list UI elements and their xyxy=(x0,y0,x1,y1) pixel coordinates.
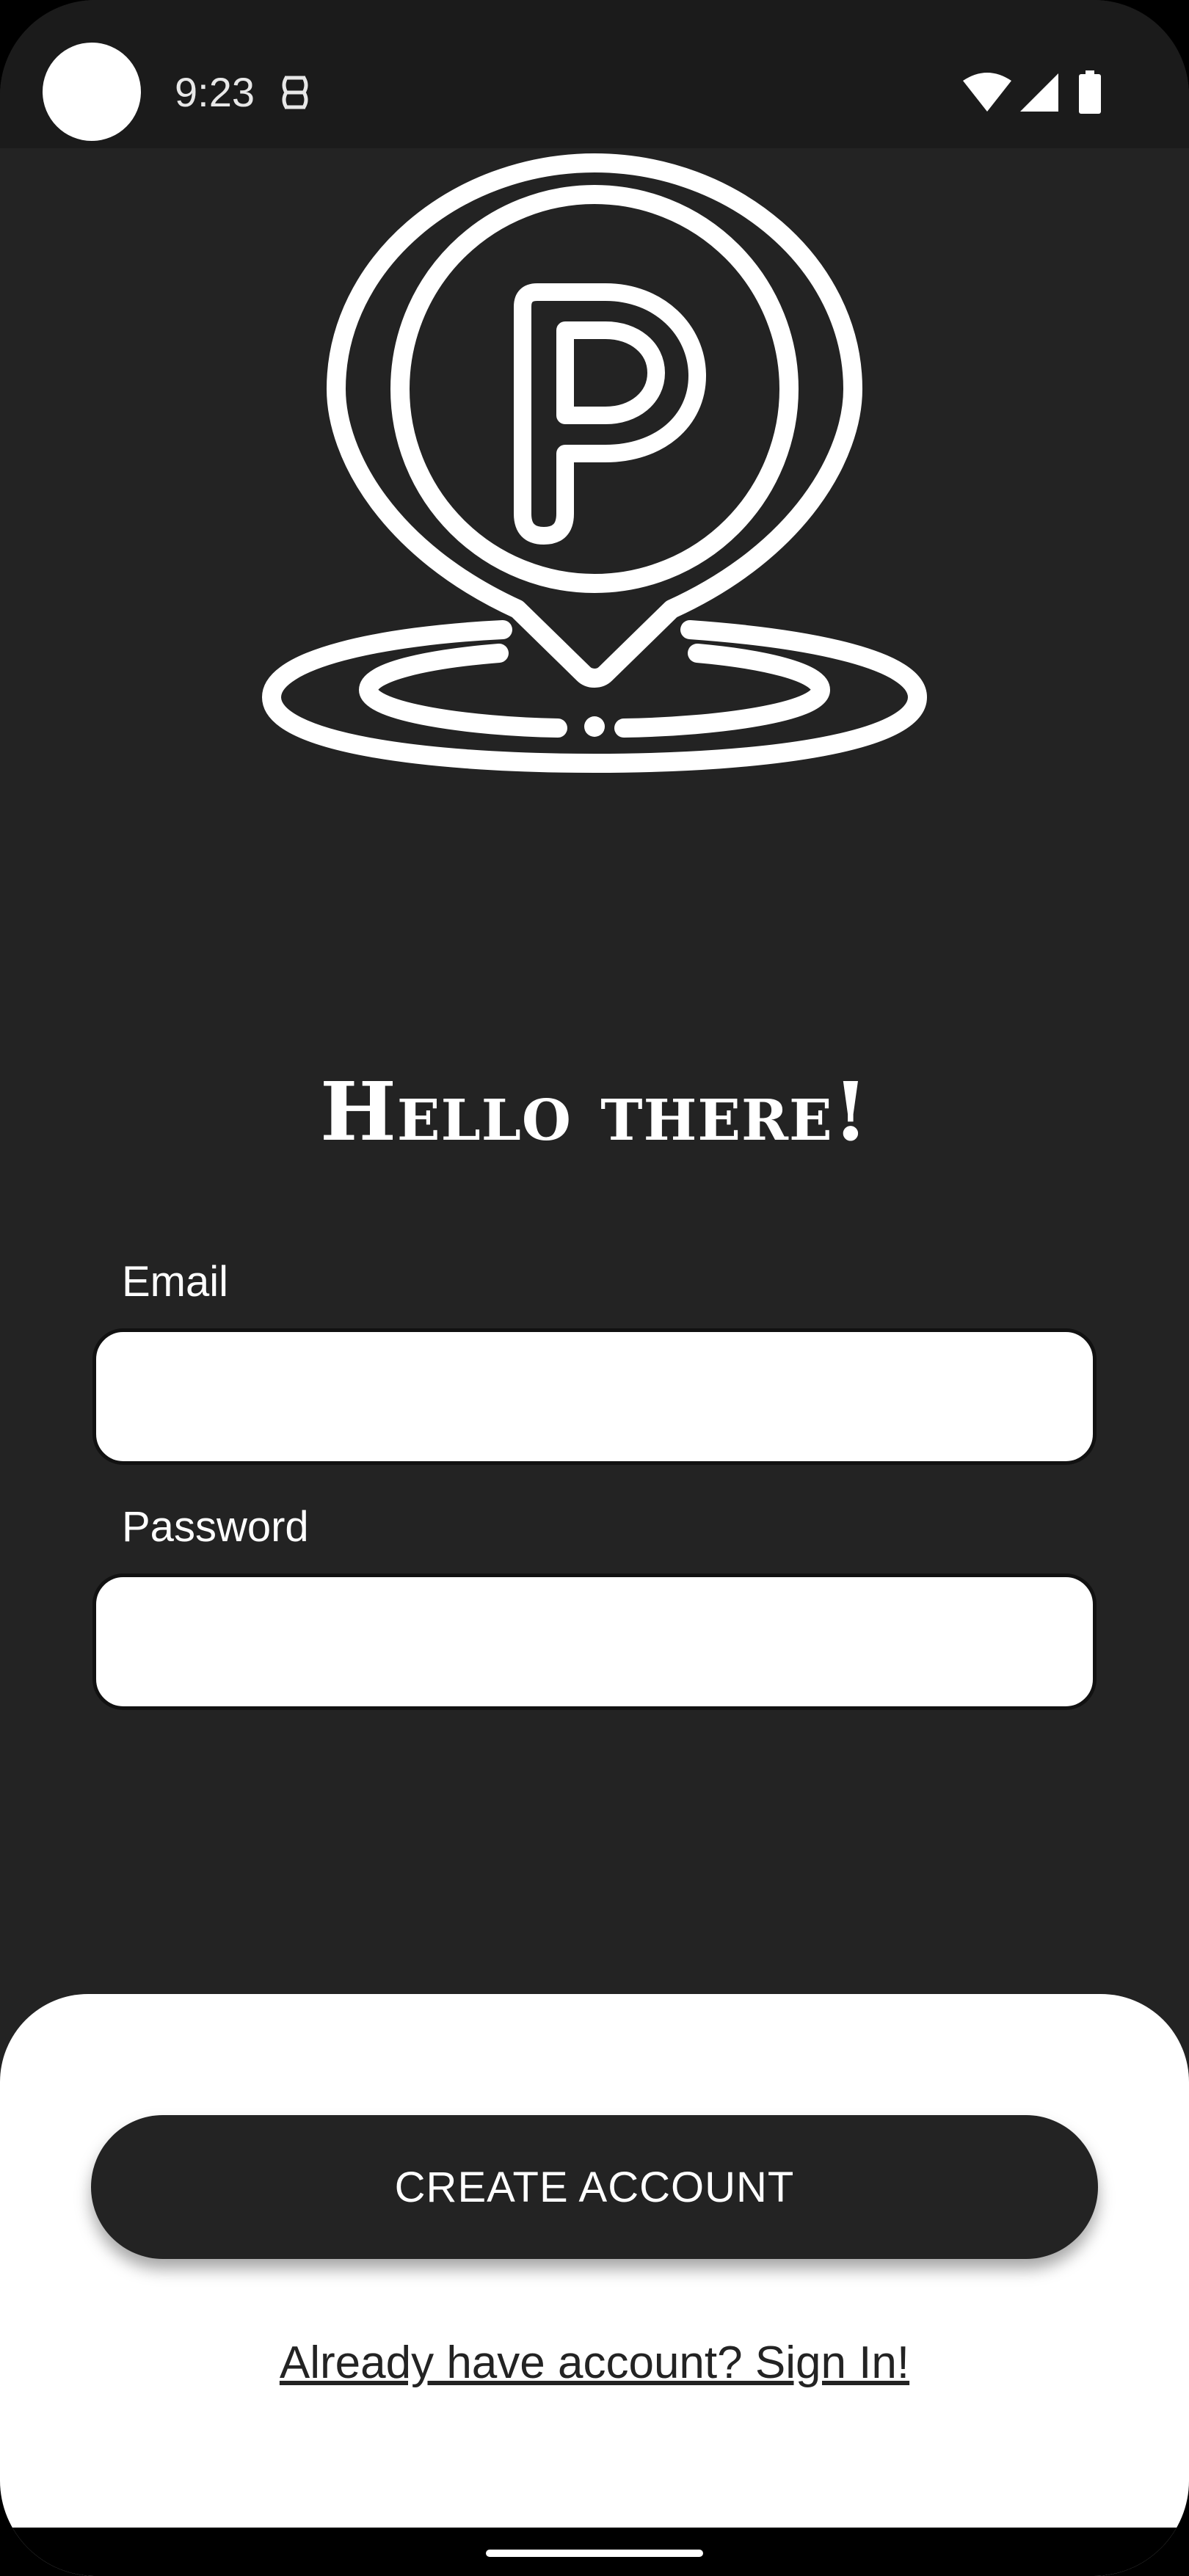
parking-location-pin-icon xyxy=(262,153,927,773)
wifi-icon xyxy=(963,73,1011,112)
bottom-sheet xyxy=(0,1994,1189,2576)
app-screen: 9:23 Hello there! Email Password CREATE … xyxy=(0,0,1189,2576)
email-field[interactable] xyxy=(92,1328,1097,1465)
sign-in-link[interactable]: Already have account? Sign In! xyxy=(0,2334,1189,2393)
password-label: Password xyxy=(122,1503,309,1551)
status-time: 9:23 xyxy=(175,69,255,115)
home-indicator[interactable] xyxy=(486,2550,703,2557)
cellular-signal-icon xyxy=(1020,73,1058,112)
email-label: Email xyxy=(122,1258,229,1306)
status-bar: 9:23 xyxy=(0,0,1189,148)
create-account-button[interactable]: CREATE ACCOUNT xyxy=(91,2115,1098,2259)
front-camera xyxy=(43,43,141,141)
status-icons xyxy=(961,70,1108,114)
battery-icon xyxy=(1079,70,1101,114)
notification-icon xyxy=(282,76,308,109)
password-field[interactable] xyxy=(92,1573,1097,1710)
welcome-title: Hello there! xyxy=(320,1064,869,1159)
